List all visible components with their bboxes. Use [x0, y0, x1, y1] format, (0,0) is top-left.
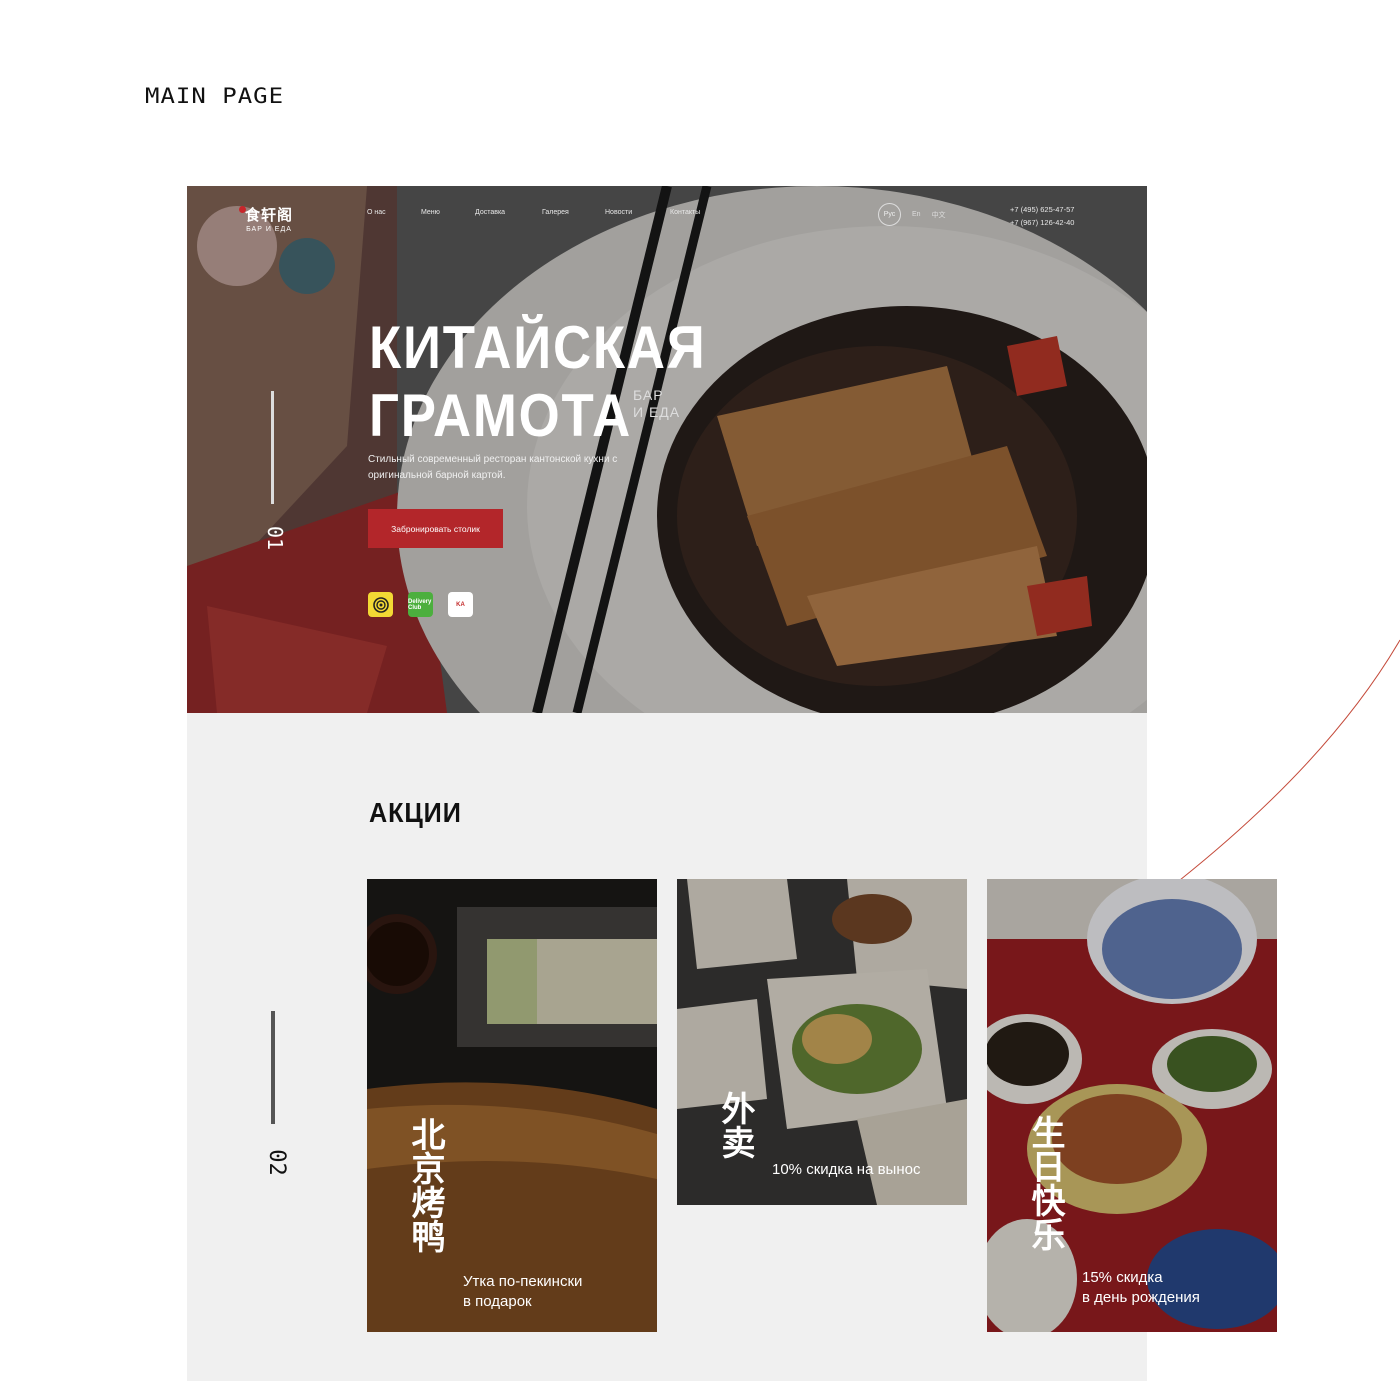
- logo-subtitle: БАР И ЕДА: [246, 226, 292, 233]
- promo-card-2-line-1: 10% скидка на вынос: [772, 1161, 921, 1178]
- peking-duck-image: [367, 879, 657, 1332]
- nav-item-contacts[interactable]: Контакты: [670, 209, 720, 216]
- nav-item-news[interactable]: Новости: [605, 209, 670, 216]
- promo-title: АКЦИИ: [369, 797, 462, 828]
- hero-tag-line-2: И ЕДА: [633, 404, 681, 420]
- lang-en[interactable]: En: [912, 211, 921, 218]
- hero-tagline: БАР И ЕДА: [633, 387, 680, 421]
- book-table-button[interactable]: Забронировать столик: [368, 509, 503, 548]
- promo-card-2-text: 10% скидка на вынос: [772, 1160, 920, 1180]
- language-switcher: Рус En 中文: [878, 203, 946, 226]
- hero-slide-indicator: [271, 391, 274, 504]
- promo-card-3-text: 15% скидка в день рождения: [1082, 1268, 1200, 1308]
- delivery-club-icon[interactable]: Delivery Club: [408, 592, 433, 617]
- hero-tag-line-1: БАР: [633, 387, 664, 403]
- promo-card-1-line-1: Утка по-пекински: [463, 1273, 583, 1290]
- nav-item-gallery[interactable]: Галерея: [542, 209, 605, 216]
- logo-chinese: 食轩阁: [245, 206, 294, 224]
- phone-2[interactable]: +7 (967) 126-42-40: [1010, 216, 1074, 229]
- page-label: MAIN PAGE: [145, 83, 285, 109]
- hero-title: КИТАЙСКАЯ ГРАМОТА: [369, 314, 706, 450]
- hero-slide-number: 01: [263, 525, 288, 551]
- birthday-food-image: [987, 879, 1277, 1332]
- hero-section: 食轩阁 БАР И ЕДА О нас Меню Доставка Галере…: [187, 186, 1147, 713]
- main-nav: О нас Меню Доставка Галерея Новости Конт…: [367, 209, 720, 216]
- promo-card-takeaway[interactable]: 外卖 10% скидка на вынос: [677, 879, 967, 1205]
- hero-title-line-1: КИТАЙСКАЯ: [369, 314, 707, 381]
- nav-item-menu[interactable]: Меню: [421, 209, 475, 216]
- promo-card-3-chinese: 生日快乐: [1025, 1115, 1065, 1251]
- phone-1[interactable]: +7 (495) 625-47-57: [1010, 203, 1074, 216]
- nav-item-about[interactable]: О нас: [367, 209, 421, 216]
- promo-card-1-chinese: 北京烤鸭: [405, 1117, 445, 1253]
- promo-card-birthday[interactable]: 生日快乐 15% скидка в день рождения: [987, 879, 1277, 1332]
- promo-card-3-line-1: 15% скидка: [1082, 1269, 1163, 1286]
- promo-card-1-line-2: в подарок: [463, 1293, 532, 1310]
- hero-description: Стильный современный ресторан кантонской…: [368, 454, 618, 481]
- promo-card-1-text: Утка по-пекински в подарок: [463, 1272, 582, 1312]
- lang-cn[interactable]: 中文: [932, 210, 946, 220]
- phone-numbers: +7 (495) 625-47-57 +7 (967) 126-42-40: [1010, 203, 1074, 229]
- page: MAIN PAGE 食轩阁 БАР И ЕДА О нас Меню Доста…: [0, 0, 1400, 1381]
- promo-card-peking-duck[interactable]: 北京烤鸭 Утка по-пекински в подарок: [367, 879, 657, 1332]
- lang-ru[interactable]: Рус: [878, 203, 901, 226]
- kitchen-app-icon[interactable]: KA: [448, 592, 473, 617]
- logo-star-icon: [239, 206, 246, 213]
- promo-section-indicator: [271, 1011, 275, 1124]
- promo-section-number: 02: [263, 1149, 289, 1176]
- logo[interactable]: 食轩阁 БАР И ЕДА: [239, 204, 294, 233]
- promo-card-2-chinese: 外卖: [715, 1091, 755, 1159]
- yandex-eda-icon[interactable]: [368, 592, 393, 617]
- nav-item-delivery[interactable]: Доставка: [475, 209, 542, 216]
- promo-card-3-line-2: в день рождения: [1082, 1289, 1200, 1306]
